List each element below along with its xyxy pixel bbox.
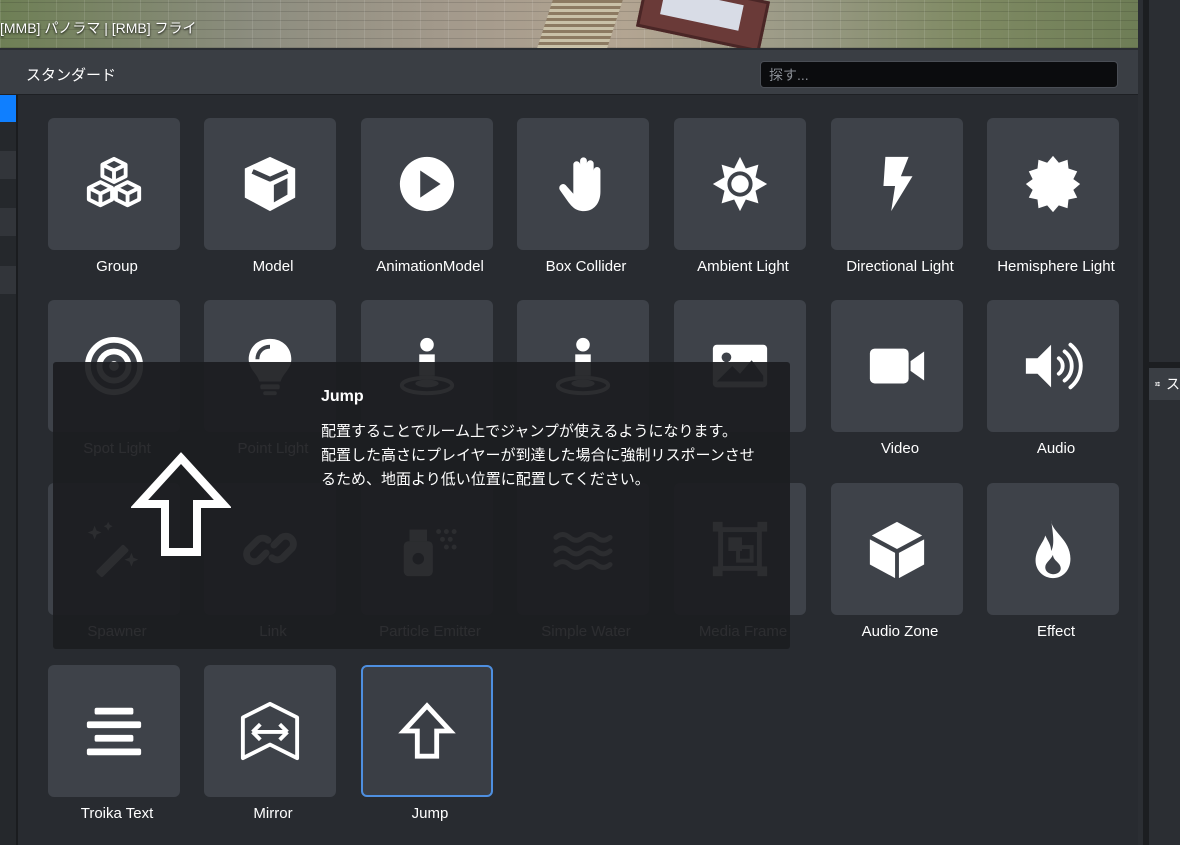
cube-3d-icon (869, 521, 925, 579)
element-label: Hemisphere Light (997, 258, 1115, 275)
cube-icon (244, 156, 296, 212)
scene-viewport[interactable]: [MMB] パノラマ | [RMB] フライ (0, 0, 1138, 48)
element-tile[interactable] (674, 118, 806, 250)
viewport-controls-hint: [MMB] パノラマ | [RMB] フライ (0, 20, 197, 36)
tooltip-title: Jump (321, 388, 364, 405)
search-input[interactable] (760, 61, 1118, 88)
element-tile[interactable] (204, 118, 336, 250)
element-label: Video (880, 440, 920, 457)
element-item-video[interactable]: Video (825, 300, 975, 470)
sliders-icon (1155, 381, 1160, 387)
category-item[interactable] (0, 151, 16, 179)
fire-icon (1035, 519, 1071, 579)
arrow-up-icon (131, 452, 231, 556)
element-tile[interactable] (48, 118, 180, 250)
element-item-hemisphere-light[interactable]: Hemisphere Light (981, 118, 1131, 288)
element-label: Audio (1036, 440, 1076, 457)
element-tile[interactable] (204, 665, 336, 797)
element-item-mirror[interactable]: Mirror (198, 665, 348, 835)
element-tile[interactable] (361, 118, 493, 250)
element-item-box-collider[interactable]: Box Collider (511, 118, 661, 288)
element-label: AnimationModel (376, 258, 484, 275)
properties-tab[interactable]: ス (1149, 368, 1180, 400)
video-icon (869, 348, 925, 384)
certificate-icon (1025, 155, 1081, 213)
element-label: Box Collider (545, 258, 627, 275)
element-tile[interactable] (831, 483, 963, 615)
category-sidebar (0, 94, 18, 845)
element-item-audio-zone[interactable]: Audio Zone (825, 483, 975, 653)
element-label: Model (252, 258, 294, 275)
element-tile[interactable] (987, 300, 1119, 432)
element-item-group[interactable]: Group (42, 118, 192, 288)
tooltip-line: 配置することでルーム上でジャンプが使えるようになります。 (321, 423, 737, 440)
element-label: Directional Light (846, 258, 954, 275)
properties-panel: ス (1143, 0, 1180, 845)
panel-title: スタンダード (26, 67, 117, 84)
mirror-icon (240, 701, 300, 761)
category-item[interactable] (0, 266, 16, 294)
element-tile[interactable] (48, 665, 180, 797)
element-tile[interactable] (517, 118, 649, 250)
element-tile[interactable] (987, 483, 1119, 615)
element-item-jump[interactable]: Jump (355, 665, 505, 835)
hand-icon (559, 157, 601, 212)
category-item[interactable] (0, 208, 16, 236)
category-item-active[interactable] (0, 94, 16, 122)
element-item-model[interactable]: Model (198, 118, 348, 288)
element-label: Group (96, 258, 138, 275)
cubes-icon (86, 156, 142, 208)
arrow-up-icon (398, 702, 456, 759)
tooltip-line: るため、地面より低い位置に配置してください。 (321, 471, 650, 488)
item-tooltip: Jump 配置することでルーム上でジャンプが使えるようになります。 配置した高さ… (53, 362, 790, 649)
element-tile[interactable] (987, 118, 1119, 250)
element-label: Ambient Light (697, 258, 789, 275)
element-label: Troika Text (80, 805, 154, 822)
element-item-animationmodel[interactable]: AnimationModel (355, 118, 505, 288)
element-label: Jump (411, 805, 449, 822)
volume-icon (1025, 342, 1083, 390)
element-item-effect[interactable]: Effect (981, 483, 1131, 653)
element-tile[interactable] (831, 118, 963, 250)
hierarchy-panel (1149, 0, 1180, 362)
bolt-icon (883, 156, 913, 212)
play-circle-icon (399, 156, 455, 212)
element-item-ambient-light[interactable]: Ambient Light (668, 118, 818, 288)
element-item-audio[interactable]: Audio (981, 300, 1131, 470)
element-item-directional-light[interactable]: Directional Light (825, 118, 975, 288)
element-label: Mirror (253, 805, 293, 822)
tooltip-description: 配置することでルーム上でジャンプが使えるようになります。 配置した高さにプレイヤ… (321, 420, 781, 492)
tooltip-line: 配置した高さにプレイヤーが到達した場合に強制リスポーンさせ (321, 447, 755, 464)
align-center-icon (86, 707, 142, 756)
element-label: Effect (1036, 623, 1076, 640)
properties-tab-label: ス (1166, 376, 1180, 392)
element-item-troika-text[interactable]: Troika Text (42, 665, 192, 835)
element-tile[interactable] (831, 300, 963, 432)
sun-icon (712, 156, 768, 212)
element-label: Audio Zone (861, 623, 939, 640)
element-tile[interactable] (361, 665, 493, 797)
